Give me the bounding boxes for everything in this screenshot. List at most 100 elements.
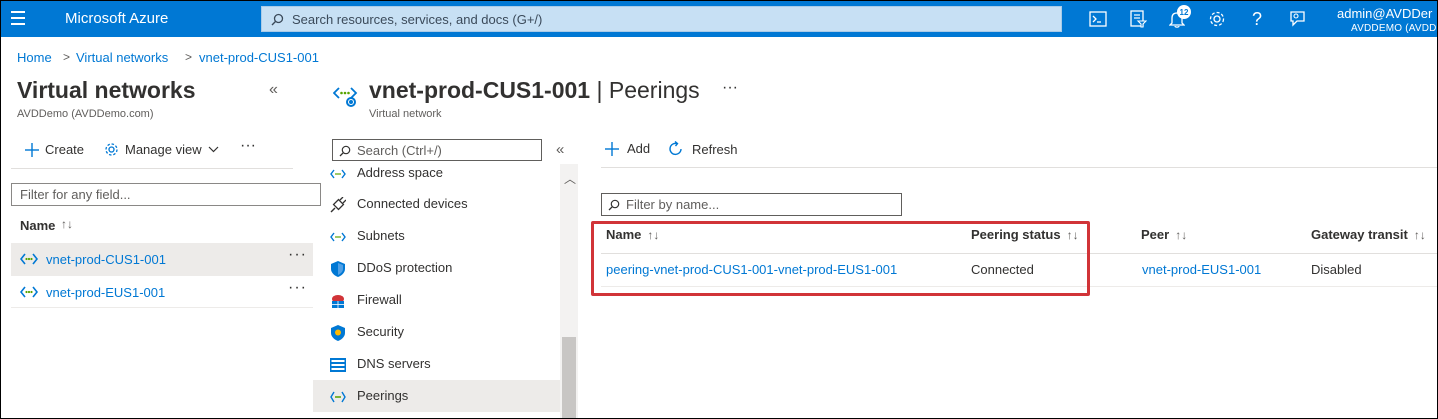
divider (11, 168, 293, 169)
menu-search-input[interactable]: Search (Ctrl+/) (332, 139, 542, 161)
shield-icon (330, 261, 346, 277)
menu-item-firewall[interactable]: Firewall (313, 284, 560, 316)
sort-icon[interactable]: ↑↓ (1414, 228, 1426, 242)
more-options-icon[interactable]: ··· (288, 246, 307, 264)
portal-brand[interactable]: Microsoft Azure (65, 10, 168, 27)
resource-type: Virtual network (369, 108, 442, 120)
collapse-list-icon[interactable]: « (269, 81, 278, 99)
more-options-icon[interactable]: ··· (288, 279, 307, 297)
more-options-icon[interactable]: ··· (722, 79, 738, 97)
firewall-icon (330, 293, 346, 309)
highlight-box (591, 221, 1090, 296)
menu-item-label: DDoS protection (357, 260, 453, 275)
menu-item-label: Address space (357, 165, 443, 180)
dns-icon (330, 357, 346, 373)
chevron-down-icon (208, 146, 219, 153)
scrollbar-thumb[interactable] (562, 337, 576, 418)
column-header-label: Gateway transit (1311, 227, 1408, 242)
menu-item-dns-servers[interactable]: DNS servers (313, 348, 560, 380)
menu-item-ddos-protection[interactable]: DDoS protection (313, 252, 560, 284)
column-header-peer[interactable]: Peer ↑↓ (1141, 227, 1187, 242)
vnet-name-link[interactable]: vnet-prod-CUS1-001 (46, 252, 166, 267)
feedback-icon[interactable] (1287, 9, 1307, 29)
virtual-network-icon (333, 87, 358, 107)
settings-icon[interactable] (1207, 9, 1227, 29)
virtual-network-icon (20, 286, 38, 298)
row-divider (11, 307, 313, 308)
breadcrumb-separator: > (63, 50, 71, 64)
notification-count-badge: 12 (1177, 5, 1191, 19)
menu-item-subnets[interactable]: Subnets (313, 220, 560, 252)
plus-icon (25, 142, 39, 157)
filter-by-name-input[interactable]: Filter by name... (601, 193, 902, 216)
resource-menu: Address space Connected devices Subnets … (313, 164, 560, 418)
title-separator: | (590, 77, 609, 103)
breadcrumb-vnet[interactable]: vnet-prod-CUS1-001 (199, 50, 319, 65)
directory-filter-icon[interactable] (1128, 9, 1148, 29)
subnets-icon (330, 229, 346, 245)
breadcrumb-home[interactable]: Home (17, 50, 52, 65)
search-icon (608, 199, 620, 211)
list-item[interactable]: vnet-prod-CUS1-001 ··· (11, 243, 313, 275)
menu-item-label: Firewall (357, 292, 402, 307)
refresh-button[interactable]: Refresh (668, 141, 738, 157)
vnet-name-link[interactable]: vnet-prod-EUS1-001 (46, 285, 165, 300)
search-icon (271, 13, 284, 26)
plus-icon (605, 141, 619, 156)
menu-item-security[interactable]: Security (313, 316, 560, 348)
search-icon (339, 145, 351, 157)
menu-item-label: Security (357, 324, 404, 339)
virtual-networks-title: Virtual networks (17, 77, 196, 103)
virtual-network-icon (20, 253, 38, 265)
global-search-placeholder: Search resources, services, and docs (G+… (292, 12, 543, 27)
add-button[interactable]: Add (605, 141, 650, 156)
peerings-icon (330, 389, 346, 405)
top-navigation-bar: Microsoft Azure Search resources, servic… (1, 1, 1437, 37)
peer-link[interactable]: vnet-prod-EUS1-001 (1142, 262, 1261, 277)
sort-icon[interactable]: ↑↓ (1175, 228, 1187, 242)
security-icon (330, 325, 346, 341)
collapse-menu-icon[interactable]: « (556, 141, 564, 158)
add-label: Add (627, 141, 651, 156)
menu-search-placeholder: Search (Ctrl+/) (357, 143, 442, 158)
gear-icon (105, 143, 118, 156)
menu-item-connected-devices[interactable]: Connected devices (313, 188, 560, 220)
sort-icon[interactable]: ↑↓ (61, 217, 73, 231)
manage-view-button[interactable]: Manage view (104, 142, 219, 157)
portal-menu-icon[interactable] (11, 11, 29, 27)
refresh-icon (669, 141, 682, 156)
create-label: Create (45, 142, 85, 157)
virtual-networks-subtitle: AVDDemo (AVDDemo.com) (17, 108, 154, 120)
breadcrumb-separator: > (185, 50, 193, 64)
manage-view-label: Manage view (125, 142, 202, 157)
filter-any-field-input[interactable]: Filter for any field... (11, 183, 321, 206)
refresh-label: Refresh (692, 141, 738, 157)
column-header-label: Peer (1141, 227, 1170, 242)
scroll-up-icon[interactable]: ︿ (564, 170, 576, 187)
menu-item-peerings[interactable]: Peerings (313, 380, 560, 412)
breadcrumb-virtual-networks[interactable]: Virtual networks (76, 50, 168, 65)
address-space-icon (330, 166, 346, 182)
plug-icon (330, 197, 346, 213)
menu-item-label: Peerings (357, 388, 409, 403)
menu-item-label: Subnets (357, 228, 405, 243)
account-name[interactable]: admin@AVDDer (1337, 6, 1432, 21)
cloud-shell-icon[interactable] (1088, 9, 1108, 29)
account-directory[interactable]: AVDDEMO (AVDDE (1351, 23, 1437, 34)
divider (601, 167, 1437, 168)
menu-item-address-space[interactable]: Address space (313, 164, 560, 189)
page-title: vnet-prod-CUS1-001 | Peerings (369, 77, 700, 104)
resource-name: vnet-prod-CUS1-001 (369, 77, 591, 103)
menu-scrollbar[interactable]: ︿ (560, 164, 578, 418)
menu-item-label: DNS servers (357, 356, 431, 371)
list-item[interactable]: vnet-prod-EUS1-001 ··· (11, 276, 313, 308)
page-name: Peerings (608, 77, 700, 103)
global-search-input[interactable]: Search resources, services, and docs (G+… (261, 6, 1062, 32)
column-header-name[interactable]: Name (20, 218, 55, 233)
create-button[interactable]: Create (25, 142, 84, 157)
menu-item-label: Connected devices (357, 196, 468, 211)
azure-portal-window: Microsoft Azure Search resources, servic… (0, 0, 1438, 419)
help-icon[interactable]: ? (1247, 9, 1267, 29)
column-header-gateway-transit[interactable]: Gateway transit ↑↓ (1311, 227, 1426, 242)
more-options-icon[interactable]: ··· (240, 137, 256, 155)
